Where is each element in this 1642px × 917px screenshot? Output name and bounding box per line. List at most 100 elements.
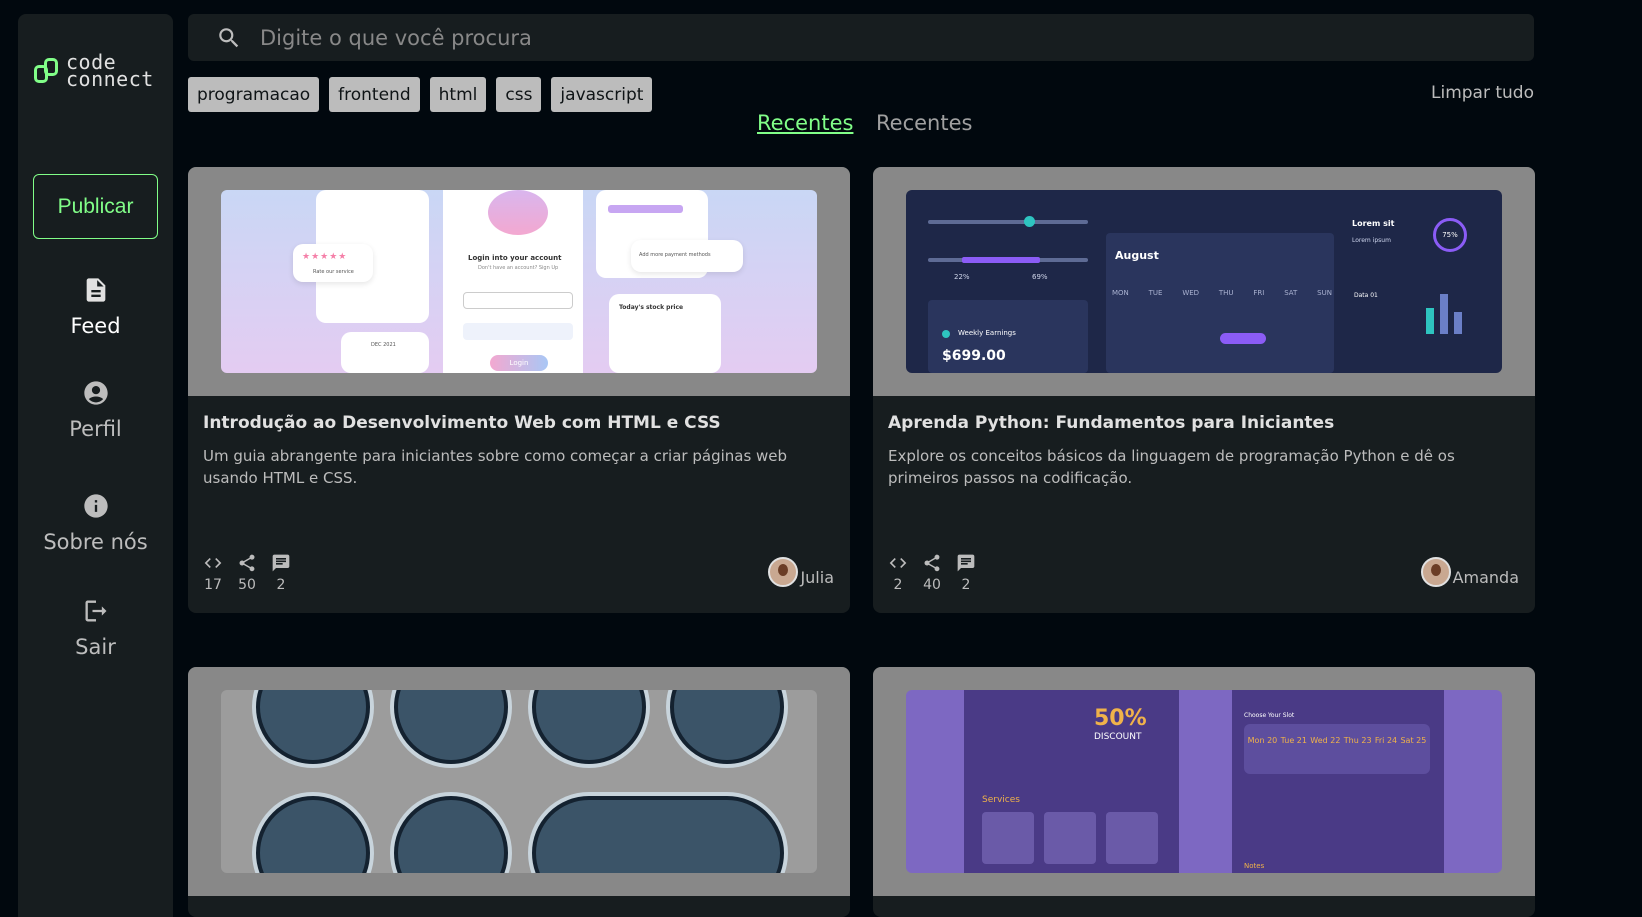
comment-stat[interactable]: 2	[271, 553, 291, 593]
preview-lorem-sit: Lorem sit	[1352, 219, 1395, 228]
sidebar-item-label: Sair	[75, 635, 116, 659]
author-name: Julia	[800, 568, 834, 587]
sidebar-item-sair[interactable]: Sair	[18, 597, 173, 659]
preview-discount-label: DISCOUNT	[1094, 732, 1142, 742]
barber-ui-preview: 50% DISCOUNT Services Choose Your Slot M…	[906, 690, 1502, 873]
post-card[interactable]: 50% DISCOUNT Services Choose Your Slot M…	[873, 667, 1535, 917]
post-image[interactable]: 50% DISCOUNT Services Choose Your Slot M…	[873, 667, 1535, 896]
tab-recentes[interactable]: Recentes	[876, 111, 972, 135]
share-stat[interactable]: 50	[237, 553, 257, 593]
logo-line-2: connect	[66, 67, 154, 91]
preview-earnings-label: Weekly Earnings	[958, 329, 1016, 337]
tag-chip[interactable]: frontend	[329, 77, 420, 112]
tag-chip[interactable]: css	[496, 77, 542, 112]
comment-count: 2	[961, 577, 971, 593]
document-icon	[86, 278, 105, 302]
post-title[interactable]: Introdução ao Desenvolvimento Web com HT…	[203, 413, 721, 433]
search-bar	[188, 14, 1534, 61]
web-ui-preview: ★★★★★ Rate our service DEC 2021 Login in…	[221, 190, 817, 373]
code-icon	[204, 558, 222, 568]
comment-icon	[957, 554, 975, 572]
preview-pct-low: 22%	[954, 273, 970, 281]
preview-weekday: TUE	[1148, 289, 1163, 297]
scissors-icon	[982, 812, 1034, 864]
post-card[interactable]: 22% 69% Weekly Earnings $699.00 August M…	[873, 167, 1535, 613]
code-stat[interactable]: 17	[203, 553, 223, 593]
logo-icon	[34, 56, 62, 86]
clear-all-button[interactable]: Limpar tudo	[1431, 83, 1534, 103]
search-icon[interactable]	[216, 25, 242, 51]
tab-recentes-active[interactable]: Recentes	[757, 111, 853, 135]
search-input[interactable]	[260, 25, 1360, 50]
sidebar-item-label: Perfil	[69, 417, 122, 441]
share-count: 50	[238, 577, 256, 593]
tag-chip[interactable]: html	[429, 77, 487, 112]
preview-lorem-ipsum: Lorem ipsum	[1352, 237, 1391, 244]
undo-icon	[394, 690, 508, 764]
close-icon	[532, 690, 646, 764]
preview-slot-day: Wed 22	[1310, 736, 1341, 745]
publish-button[interactable]: Publicar	[33, 174, 158, 239]
author-name: Amanda	[1452, 568, 1519, 587]
preview-slot-day: Thu 23	[1343, 736, 1372, 745]
blank-button-icon	[394, 796, 508, 873]
preview-login-button: Login	[490, 355, 548, 371]
post-description: Um guia abrangente para iniciantes sobre…	[203, 447, 788, 487]
preview-payment-label: Add more payment methods	[639, 252, 711, 258]
post-image[interactable]: ★★★★★ Rate our service DEC 2021 Login in…	[188, 167, 850, 396]
post-card[interactable]: ★★★★★ Rate our service DEC 2021 Login in…	[188, 167, 850, 613]
avatar	[1420, 557, 1451, 587]
post-card[interactable]	[188, 667, 850, 917]
preview-data-label: Data 01	[1354, 292, 1378, 299]
code-count: 2	[893, 577, 903, 593]
code-count: 17	[204, 577, 222, 593]
comment-stat[interactable]: 2	[956, 553, 976, 593]
preview-login-title: Login into your account	[468, 254, 562, 262]
preview-notes-label: Notes	[1244, 862, 1265, 870]
logout-icon	[85, 600, 106, 622]
post-title[interactable]: Aprenda Python: Fundamentos para Inician…	[888, 413, 1334, 433]
account-circle-icon	[83, 381, 108, 405]
post-image[interactable]: 22% 69% Weekly Earnings $699.00 August M…	[873, 167, 1535, 396]
game-buttons-preview	[221, 690, 817, 873]
logo-text: code connect	[66, 52, 154, 91]
preview-login-sub: Don't have an account? Sign Up	[478, 265, 559, 271]
preview-slot-label: Choose Your Slot	[1244, 712, 1295, 719]
comment-icon	[272, 554, 290, 572]
code-connect-logo[interactable]: code connect	[34, 52, 154, 91]
preview-calendar-label: DEC 2021	[371, 342, 396, 348]
post-author[interactable]: Julia	[768, 557, 834, 587]
share-icon	[924, 554, 940, 572]
preview-rate-label: Rate our service	[313, 269, 354, 275]
code-icon	[889, 558, 907, 568]
mustache-icon	[1106, 812, 1158, 864]
gear-icon	[256, 690, 370, 764]
preview-weekday: MON	[1112, 289, 1129, 297]
post-stats: 17 50 2	[203, 553, 291, 593]
preview-earnings-value: $699.00	[942, 348, 1006, 364]
comment-count: 2	[276, 577, 286, 593]
preview-weekday: WED	[1182, 289, 1200, 297]
preview-ring-value: 75%	[1433, 218, 1467, 252]
post-stats: 2 40 2	[888, 553, 976, 593]
share-icon	[239, 554, 255, 572]
sidebar-item-perfil[interactable]: Perfil	[18, 379, 173, 441]
tag-chip[interactable]: programacao	[188, 77, 320, 112]
tag-chip[interactable]: javascript	[551, 77, 653, 112]
clipper-icon	[1044, 812, 1096, 864]
avatar	[768, 557, 799, 587]
sidebar: code connect Publicar Feed Perfil Sobre …	[18, 14, 173, 917]
sidebar-item-label: Feed	[70, 314, 121, 338]
preview-discount: 50%	[1094, 706, 1147, 731]
preview-stock-label: Today's stock price	[619, 304, 684, 311]
pill-button-icon	[532, 796, 784, 873]
preview-slot-day: Mon 20	[1247, 736, 1278, 745]
preview-slot-day: Tue 21	[1280, 736, 1307, 745]
sidebar-item-sobre-nos[interactable]: Sobre nós	[18, 492, 173, 554]
post-image[interactable]	[188, 667, 850, 896]
sidebar-item-feed[interactable]: Feed	[18, 276, 173, 338]
preview-weekday: SUN	[1317, 289, 1332, 297]
code-stat[interactable]: 2	[888, 553, 908, 593]
post-author[interactable]: Amanda	[1420, 557, 1519, 587]
share-stat[interactable]: 40	[922, 553, 942, 593]
